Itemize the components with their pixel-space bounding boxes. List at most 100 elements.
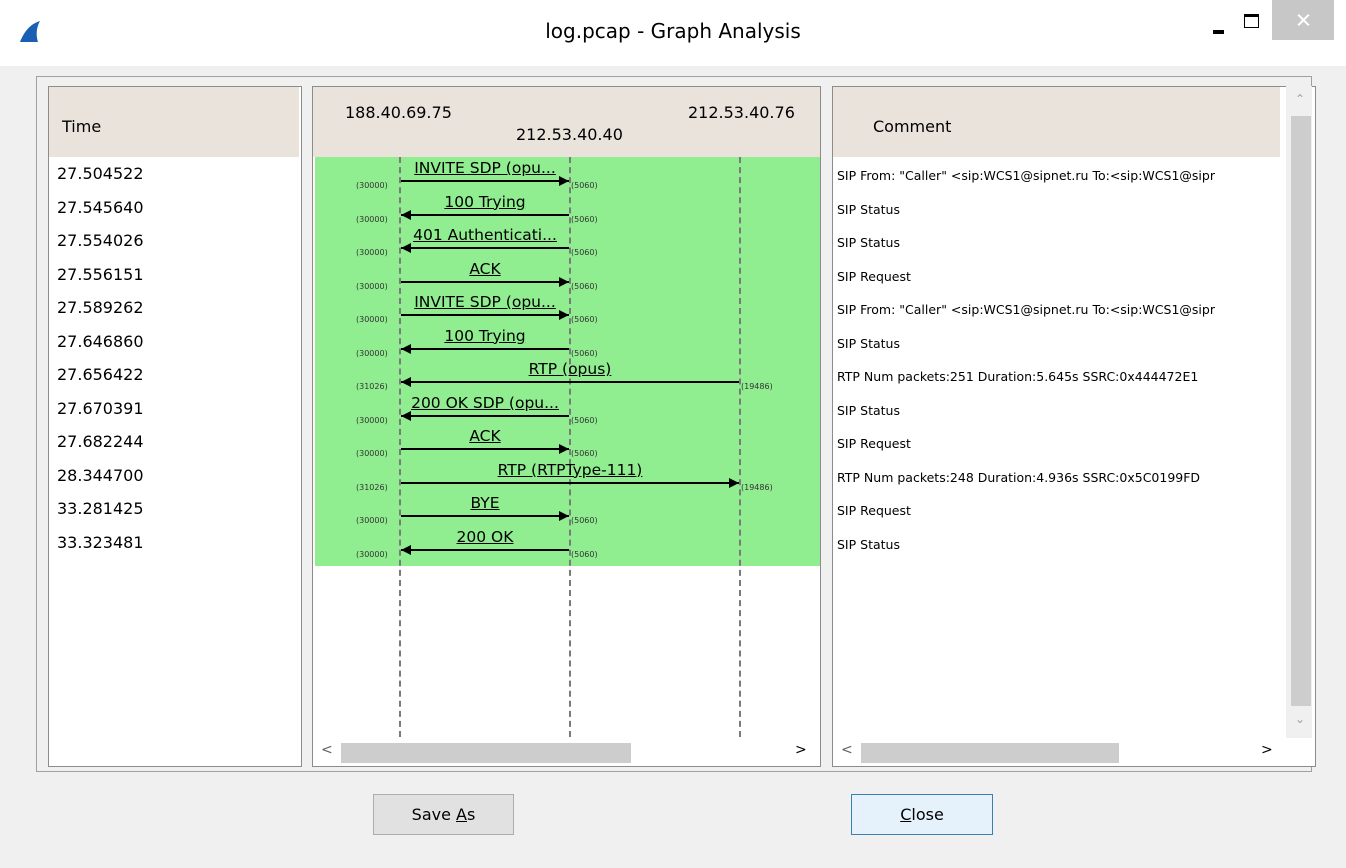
source-port-label: (30000) <box>356 549 388 559</box>
source-port-label: (30000) <box>356 516 388 525</box>
message-label[interactable]: 100 Trying <box>401 193 569 211</box>
close-window-button[interactable] <box>1272 0 1334 40</box>
comment-pane[interactable]: Comment SIP From: "Caller" <sip:WCS1@sip… <box>832 86 1316 767</box>
comment-row[interactable]: SIP Request <box>837 269 911 284</box>
comment-row[interactable]: SIP Request <box>837 503 911 518</box>
time-row[interactable]: 27.682244 <box>57 432 144 451</box>
message-label[interactable]: RTP (RTPType-111) <box>401 461 739 479</box>
time-pane[interactable]: Time 27.504522 27.545640 27.554026 27.55615… <box>48 86 302 767</box>
lifeline-2 <box>569 157 571 737</box>
close-accel: C <box>900 805 912 824</box>
time-header: Time <box>49 87 299 157</box>
flow-scroll-thumb[interactable] <box>341 743 631 763</box>
comment-scroll-left-icon[interactable]: < <box>841 742 853 758</box>
close-label-end: lose <box>911 805 944 824</box>
message-label[interactable]: 200 OK SDP (opu... <box>401 394 569 412</box>
save-as-button[interactable]: Save As <box>373 794 514 835</box>
destination-port-label: (19486) <box>741 382 773 391</box>
arrow-right-icon <box>559 176 569 186</box>
arrow-left-icon <box>401 544 411 555</box>
time-row[interactable]: 27.589262 <box>57 298 144 317</box>
scroll-up-icon[interactable]: ⌃ <box>1295 92 1305 106</box>
comment-header: Comment <box>833 87 1280 157</box>
close-button[interactable]: Close <box>851 794 993 835</box>
comment-row[interactable]: SIP Status <box>837 336 900 351</box>
comment-row[interactable]: RTP Num packets:251 Duration:5.645s SSRC… <box>837 369 1198 384</box>
destination-port-label: (5060) <box>571 315 598 324</box>
destination-port-label: (5060) <box>571 516 598 525</box>
flow-horizontal-scrollbar[interactable]: < > <box>313 738 820 766</box>
comment-row[interactable]: SIP From: "Caller" <sip:WCS1@sipnet.ru T… <box>837 168 1215 183</box>
time-row[interactable]: 27.545640 <box>57 198 144 217</box>
comment-row[interactable]: SIP Status <box>837 403 900 418</box>
message-arrow-line[interactable] <box>401 448 569 450</box>
message-label[interactable]: 401 Authenticati... <box>401 226 569 244</box>
source-port-label: (30000) <box>356 181 388 190</box>
destination-port-label: (5060) <box>571 181 598 190</box>
comment-row[interactable]: SIP From: "Caller" <sip:WCS1@sipnet.ru T… <box>837 302 1215 317</box>
message-arrow-line[interactable] <box>401 213 569 216</box>
destination-port-label: (5060) <box>571 248 598 257</box>
source-port-label: (30000) <box>356 415 388 425</box>
scroll-left-icon[interactable]: < <box>321 742 333 758</box>
comment-row[interactable]: SIP Status <box>837 537 900 552</box>
comment-row[interactable]: SIP Request <box>837 436 911 451</box>
comment-horizontal-scrollbar[interactable]: < > <box>833 738 1283 766</box>
message-label[interactable]: ACK <box>401 260 569 278</box>
scroll-down-icon[interactable]: ⌄ <box>1295 712 1305 726</box>
source-port-label: (30000) <box>356 348 388 358</box>
time-row[interactable]: 27.504522 <box>57 164 144 183</box>
time-row[interactable]: 27.656422 <box>57 365 144 384</box>
time-row[interactable]: 27.646860 <box>57 332 144 351</box>
destination-port-label: (19486) <box>741 482 773 492</box>
vertical-scrollbar[interactable]: ⌃ ⌄ <box>1286 86 1312 738</box>
time-row[interactable]: 28.344700 <box>57 466 144 485</box>
comment-scroll-right-icon[interactable]: > <box>1261 742 1273 758</box>
message-arrow-line[interactable] <box>401 347 569 350</box>
arrow-left-icon <box>401 209 411 220</box>
flow-pane[interactable]: 188.40.69.75 212.53.40.40 212.53.40.76 I… <box>312 86 821 767</box>
message-arrow-line[interactable] <box>401 280 569 283</box>
message-label[interactable]: 200 OK <box>401 528 569 546</box>
message-arrow-line[interactable] <box>401 548 569 551</box>
time-header-label: Time <box>62 117 102 136</box>
minimize-button[interactable] <box>1204 4 1238 46</box>
save-as-label-end: s <box>466 805 476 824</box>
message-label[interactable]: 100 Trying <box>401 327 569 345</box>
message-arrow-line[interactable] <box>401 515 569 517</box>
arrow-left-icon <box>401 410 411 421</box>
message-arrow-line[interactable] <box>401 314 569 316</box>
message-label[interactable]: BYE <box>401 494 569 512</box>
vertical-scroll-thumb[interactable] <box>1291 116 1311 706</box>
time-row[interactable]: 27.556151 <box>57 265 144 284</box>
time-row[interactable]: 33.281425 <box>57 499 144 518</box>
message-label[interactable]: INVITE SDP (opu... <box>401 159 569 177</box>
message-arrow-line[interactable] <box>401 414 569 417</box>
time-row[interactable]: 27.554026 <box>57 231 144 250</box>
arrow-right-icon <box>559 310 569 320</box>
message-label[interactable]: INVITE SDP (opu... <box>401 293 569 311</box>
window-title: log.pcap - Graph Analysis <box>545 19 801 43</box>
message-label[interactable]: RTP (opus) <box>401 360 739 378</box>
message-arrow-line[interactable] <box>401 481 739 484</box>
comment-row[interactable]: SIP Status <box>837 235 900 250</box>
maximize-button[interactable] <box>1238 4 1272 46</box>
source-port-label: (31026) <box>356 482 388 492</box>
time-row[interactable]: 27.670391 <box>57 399 144 418</box>
source-port-label: (30000) <box>356 449 388 458</box>
destination-port-label: (5060) <box>571 348 598 358</box>
message-label[interactable]: ACK <box>401 427 569 445</box>
comment-scroll-thumb[interactable] <box>861 743 1119 763</box>
source-port-label: (30000) <box>356 315 388 324</box>
scroll-right-icon[interactable]: > <box>795 742 807 758</box>
arrow-right-icon <box>729 477 739 488</box>
message-arrow-line[interactable] <box>401 381 739 383</box>
destination-port-label: (5060) <box>571 281 598 291</box>
arrow-left-icon <box>401 377 411 387</box>
comment-row[interactable]: SIP Status <box>837 202 900 217</box>
time-row[interactable]: 33.323481 <box>57 533 144 552</box>
lifeline-3 <box>739 157 741 737</box>
message-arrow-line[interactable] <box>401 180 569 182</box>
comment-row[interactable]: RTP Num packets:248 Duration:4.936s SSRC… <box>837 470 1200 485</box>
message-arrow-line[interactable] <box>401 247 569 249</box>
